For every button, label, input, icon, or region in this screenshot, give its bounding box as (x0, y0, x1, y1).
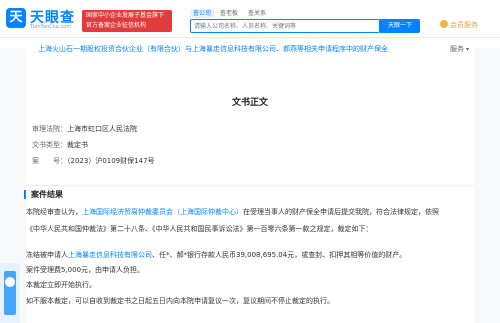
court-line: 审理法院：上海市虹口区人民法院 (32, 124, 137, 134)
doc-type-line: 文书类型：裁定书 (32, 140, 88, 150)
tab-company[interactable]: 查公司 (190, 9, 215, 18)
case-number-label: 案 号： (32, 157, 67, 165)
paragraph-6: 如不服本裁定，可以自收到裁定书之日起五日内向本院申请复议一次，复议期间不停止裁定… (26, 297, 334, 305)
right-margin (474, 48, 500, 323)
paragraph-1: 本院经审查认为，上海国际经济贸易仲裁委员会（上海国际仲裁中心）在受理当事人的财产… (26, 207, 474, 218)
floating-assistant-button[interactable] (0, 263, 20, 323)
site-logo[interactable]: 天 天眼查 TianYanCha.com (6, 6, 80, 32)
search-box (190, 19, 380, 33)
paragraph-2: 《中华人民共和国仲裁法》第二十八条、《中华人民共和国民事诉讼法》第一百零六条第一… (26, 225, 373, 233)
doc-type-value: 裁定书 (67, 141, 88, 149)
court-label: 审理法院： (32, 125, 67, 133)
tab-boss[interactable]: 查老板 (220, 9, 238, 18)
paragraph-5: 本裁定立即开始执行。 (26, 281, 96, 289)
document-title[interactable]: 上海火山石一期股权投资合伙企业（有限合伙）与上海暴走信息科技有限公司、郝燕等相关… (38, 44, 388, 54)
tab-relation[interactable]: 查关系 (248, 9, 266, 18)
divider (26, 185, 474, 186)
assistant-icon (5, 277, 15, 287)
badge-line-2: 官方备案企业征信机构 (86, 22, 147, 29)
document-title-bar: 上海火山石一期股权投资合伙企业（有限合伙）与上海暴走信息科技有限公司、郝燕等相关… (30, 42, 470, 56)
para1-suffix: 在受理当事人的财产保全申请后提交我院，符合法律规定，依照 (243, 208, 439, 216)
chevron-down-icon: ▾ (466, 46, 470, 53)
member-service-link[interactable]: 会员服务 (440, 20, 478, 30)
para3-suffix: 、任*、郝*银行存款人民币39,008,695.04元，或查封、扣押其相等价值的… (152, 251, 407, 259)
logo-icon: 天 (6, 8, 26, 28)
member-label: 会员服务 (450, 21, 478, 29)
logo-subtext: TianYanCha.com (30, 24, 72, 30)
arbitration-link[interactable]: 上海国际经济贸易仲裁委员会（上海国际仲裁中心） (82, 208, 243, 216)
para3-prefix: 冻结被申请人 (26, 251, 68, 259)
service-label: 服务 (450, 45, 464, 53)
paragraph-3: 冻结被申请人上海暴走信息科技有限公司、任*、郝*银行存款人民币39,008,69… (26, 250, 474, 261)
top-header: 天 天眼查 TianYanCha.com 国家中小企业发展子基金旗下 官方备案企… (0, 0, 500, 38)
section-title: 文书正文 (231, 98, 268, 108)
credential-badge: 国家中小企业发展子基金旗下 官方备案企业征信机构 (82, 10, 172, 32)
case-result-heading: 案件结果 (24, 190, 63, 199)
para1-prefix: 本院经审查认为， (26, 208, 82, 216)
search-button[interactable]: 天眼一下 (380, 19, 420, 33)
badge-line-1: 国家中小企业发展子基金旗下 (86, 12, 165, 19)
company-link[interactable]: 上海暴走信息科技有限公司 (68, 251, 152, 259)
service-dropdown[interactable]: 服务 ▾ (450, 44, 469, 54)
search-input[interactable] (194, 20, 379, 32)
paragraph-4: 案件受理费5,000元，由申请人负担。 (26, 266, 145, 274)
case-number-value: （2023）沪0109财保147号 (67, 157, 155, 165)
case-number-line: 案 号：（2023）沪0109财保147号 (32, 156, 155, 166)
court-value: 上海市虹口区人民法院 (67, 125, 137, 133)
doc-type-label: 文书类型： (32, 141, 67, 149)
crown-icon (440, 20, 448, 28)
